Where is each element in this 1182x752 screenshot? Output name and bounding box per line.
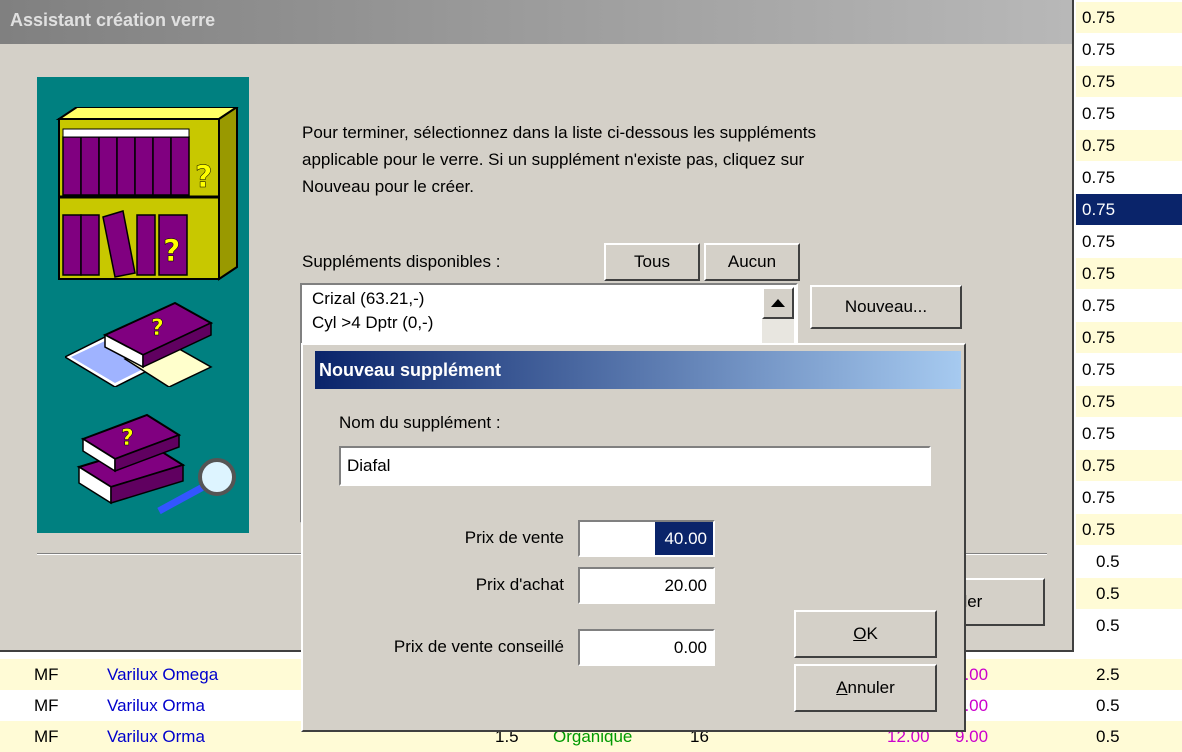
value-cell[interactable]: 0.75 bbox=[1076, 130, 1182, 161]
recommended-price-label: Prix de vente conseillé bbox=[393, 637, 564, 656]
list-item[interactable]: Crizal (63.21,-) bbox=[312, 287, 424, 311]
wizard-illustration: ? ? ? ? bbox=[37, 77, 249, 533]
list-item[interactable]: Cyl >4 Dptr (0,-) bbox=[312, 311, 433, 335]
row-type: MF bbox=[34, 665, 59, 684]
recommended-price-field[interactable] bbox=[578, 629, 715, 666]
search-books-icon: ? bbox=[76, 413, 236, 515]
cancel-button[interactable]: Annuler bbox=[794, 664, 937, 712]
value-cell[interactable]: 0.75 bbox=[1076, 354, 1182, 385]
wizard-instructions: Pour terminer, sélectionnez dans la list… bbox=[302, 119, 1002, 200]
value-cell[interactable]: 0.75 bbox=[1076, 290, 1182, 321]
row-coef: 0.5 bbox=[1096, 696, 1120, 715]
value-cell[interactable]: 0.75 bbox=[1076, 482, 1182, 513]
svg-text:?: ? bbox=[151, 316, 164, 341]
ok-label: K bbox=[866, 624, 878, 643]
sale-price-field[interactable] bbox=[578, 520, 715, 557]
value-cell[interactable]: 0.75 bbox=[1076, 34, 1182, 65]
instructions-line: applicable pour le verre. Si un suppléme… bbox=[302, 150, 805, 169]
select-none-button[interactable]: Aucun bbox=[704, 243, 800, 281]
row-name: Varilux Omega bbox=[107, 665, 219, 684]
new-supplement-dialog: Nouveau supplément Nom du supplément : P… bbox=[301, 343, 966, 732]
value-cell[interactable]: 0.75 bbox=[1076, 418, 1182, 449]
value-cell[interactable]: 0.75 bbox=[1076, 386, 1182, 417]
value-cell[interactable]: 0.5 bbox=[1076, 610, 1182, 641]
cancel-label: nnuler bbox=[847, 678, 895, 697]
row-name: Varilux Orma bbox=[107, 696, 205, 715]
supplement-name-field[interactable] bbox=[339, 446, 931, 486]
scroll-up-button[interactable] bbox=[762, 287, 794, 319]
select-all-button[interactable]: Tous bbox=[604, 243, 700, 281]
help-book-icon: ? bbox=[65, 301, 214, 387]
value-cell[interactable]: 0.75 bbox=[1076, 98, 1182, 129]
ok-mnemonic: O bbox=[853, 624, 867, 643]
sale-price-label: Prix de vente bbox=[464, 528, 564, 547]
svg-text:?: ? bbox=[195, 160, 212, 195]
new-supplement-button[interactable]: Nouveau... bbox=[810, 285, 962, 329]
value-cell[interactable]: 0.75 bbox=[1076, 322, 1182, 353]
supplements-label: Suppléments disponibles : bbox=[302, 252, 501, 271]
wizard-title-bar[interactable]: Assistant création verre bbox=[0, 0, 1072, 44]
cancel-mnemonic: A bbox=[836, 678, 848, 697]
dialog-title-bar[interactable]: Nouveau supplément bbox=[315, 351, 961, 389]
row-name: Varilux Orma bbox=[107, 727, 205, 746]
instructions-line: Nouveau pour le créer. bbox=[302, 177, 474, 196]
value-cell[interactable]: 0.75 bbox=[1076, 514, 1182, 545]
purchase-price-field[interactable] bbox=[578, 567, 715, 604]
value-cell[interactable]: 0.5 bbox=[1076, 546, 1182, 577]
bookshelf-icon: ? ? bbox=[55, 107, 239, 281]
value-cell[interactable]: 0.75 bbox=[1076, 66, 1182, 97]
scroll-up-arrow-icon bbox=[771, 299, 785, 307]
row-type: MF bbox=[34, 696, 59, 715]
purchase-price-label: Prix d'achat bbox=[475, 575, 564, 594]
value-cell[interactable]: 0.75 bbox=[1076, 226, 1182, 257]
row-coef: 2.5 bbox=[1096, 665, 1120, 684]
value-cell[interactable]: 0.75 bbox=[1076, 258, 1182, 289]
value-column: 0.75 0.75 0.75 0.75 0.75 0.75 0.75 0.75 0.75 0.75… bbox=[1076, 0, 1182, 660]
svg-text:?: ? bbox=[121, 426, 134, 451]
value-cell[interactable]: 0.75 bbox=[1076, 2, 1182, 33]
name-label: Nom du supplément : bbox=[339, 413, 501, 432]
row-type: MF bbox=[34, 727, 59, 746]
value-cell[interactable]: 0.75 bbox=[1076, 162, 1182, 193]
ok-button[interactable]: OK bbox=[794, 610, 937, 658]
value-cell[interactable]: 0.5 bbox=[1076, 578, 1182, 609]
row-coef: 0.5 bbox=[1096, 727, 1120, 746]
value-cell[interactable]: 0.75 bbox=[1076, 194, 1182, 225]
svg-text:?: ? bbox=[163, 234, 180, 269]
instructions-line: Pour terminer, sélectionnez dans la list… bbox=[302, 123, 817, 142]
value-cell[interactable]: 0.75 bbox=[1076, 450, 1182, 481]
